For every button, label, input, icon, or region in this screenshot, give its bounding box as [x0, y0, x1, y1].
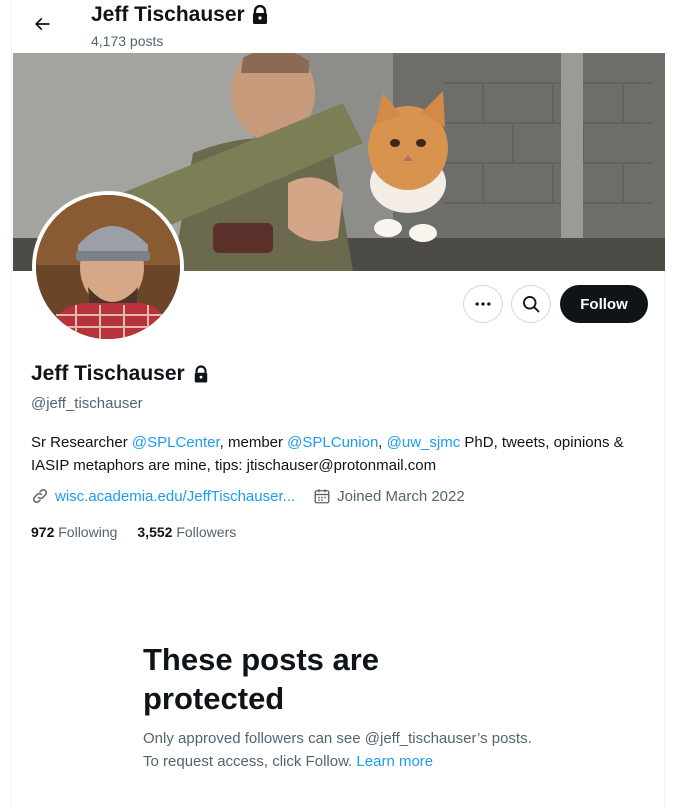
- search-icon: [523, 296, 540, 313]
- protected-lock-icon: [194, 364, 207, 382]
- joined-label: Joined March 2022: [337, 487, 465, 505]
- header-title: Jeff Tischauser: [91, 3, 245, 26]
- back-button[interactable]: [27, 9, 57, 39]
- follow-button[interactable]: Follow: [560, 285, 648, 323]
- profile-avatar[interactable]: [32, 191, 184, 343]
- bio-mention-splcunion[interactable]: @SPLCunion: [287, 434, 378, 451]
- protected-description: Only approved followers can see @jeff_ti…: [143, 727, 543, 773]
- posts-count: 4,173 posts: [91, 33, 164, 49]
- bio-text: ,: [378, 434, 387, 451]
- bio-text: Sr Researcher: [31, 434, 132, 451]
- profile-handle: @jeff_tischauser: [31, 395, 143, 412]
- top-bar: Jeff Tischauser 4,173 posts: [12, 0, 666, 53]
- follow-stats: 972 Following 3,552 Followers: [31, 524, 236, 540]
- followers-count: 3,552: [137, 524, 173, 540]
- learn-more-link[interactable]: Learn more: [356, 753, 433, 770]
- protected-text: Only approved followers can see @jeff_ti…: [143, 730, 532, 770]
- profile-name-row: Jeff Tischauser: [31, 362, 209, 386]
- avatar-image: [36, 195, 180, 339]
- more-button[interactable]: [463, 285, 503, 323]
- lock-icon: [252, 5, 267, 24]
- website-link[interactable]: wisc.academia.edu/JeffTischauser...: [55, 488, 295, 505]
- profile-meta: wisc.academia.edu/JeffTischauser... Join…: [31, 487, 465, 505]
- bio-mention-uw-sjmc[interactable]: @uw_sjmc: [387, 434, 461, 451]
- followers-link[interactable]: 3,552 Followers: [137, 524, 236, 540]
- joined-date: Joined March 2022: [313, 487, 465, 505]
- search-profile-button[interactable]: [511, 285, 551, 323]
- back-arrow-icon: [34, 17, 50, 31]
- profile-bio: Sr Researcher @SPLCenter, member @SPLCun…: [31, 431, 631, 477]
- following-label: Following: [58, 524, 118, 540]
- profile-name: Jeff Tischauser: [31, 362, 185, 385]
- profile-column: Jeff Tischauser 4,173 posts Follow Jeff …: [11, 0, 666, 808]
- following-count: 972: [31, 524, 55, 540]
- bio-mention-splcenter[interactable]: @SPLCenter: [132, 434, 220, 451]
- header-title-row: Jeff Tischauser: [91, 3, 269, 27]
- following-link[interactable]: 972 Following: [31, 524, 117, 540]
- calendar-icon: [314, 489, 330, 504]
- link-icon: [32, 488, 48, 504]
- more-icon: [475, 302, 491, 306]
- protected-title: These posts are protected: [143, 642, 380, 716]
- bio-text: , member: [219, 434, 288, 451]
- followers-label: Followers: [176, 524, 237, 540]
